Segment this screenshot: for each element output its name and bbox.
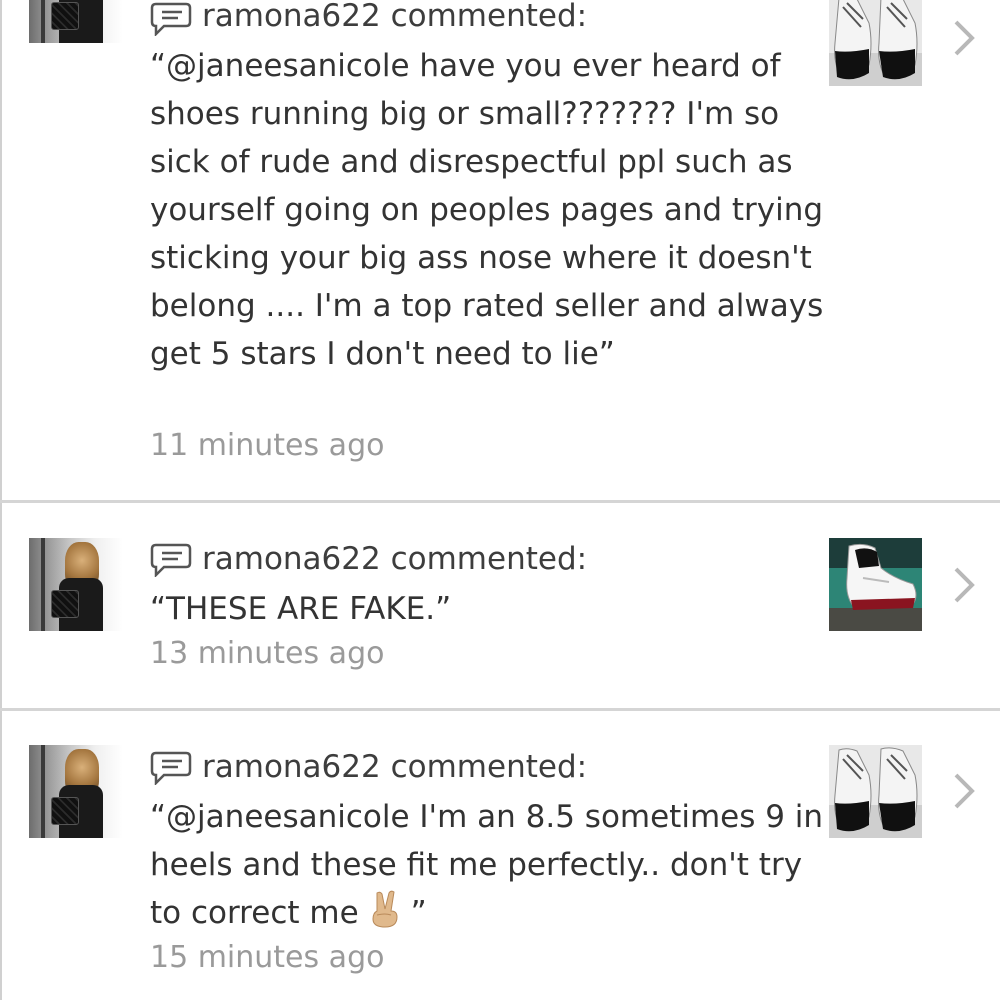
action-label: commented:: [390, 541, 588, 577]
comment-row[interactable]: ramona622 commented: “@janeesanicole I'm…: [0, 711, 1000, 1000]
sneaker-photo-black-white: [829, 0, 922, 86]
comment-text-main: “@janeesanicole I'm an 8.5 sometimes 9 i…: [150, 799, 824, 931]
comment-header: ramona622 commented:: [202, 539, 587, 579]
sneaker-photo-thumbnail[interactable]: [829, 538, 922, 631]
sneaker-photo-white-red: [829, 538, 922, 631]
timestamp: 11 minutes ago: [150, 428, 385, 463]
chevron-right-icon[interactable]: [950, 771, 978, 811]
comment-header: ramona622 commented:: [202, 747, 587, 787]
username[interactable]: ramona622: [202, 749, 381, 785]
timestamp: 15 minutes ago: [150, 940, 385, 975]
sneaker-photo-thumbnail[interactable]: [829, 0, 922, 86]
comment-row[interactable]: ramona622 commented: “THESE ARE FAKE.” 1…: [0, 503, 1000, 708]
comment-text-end: ”: [410, 895, 427, 931]
speech-bubble-icon: [150, 543, 192, 577]
sneaker-photo-thumbnail[interactable]: [829, 745, 922, 838]
timestamp: 13 minutes ago: [150, 636, 385, 671]
comment-row[interactable]: ramona622 commented: “@janeesanicole hav…: [0, 0, 1000, 500]
comment-text: “THESE ARE FAKE.”: [150, 591, 452, 627]
action-label: commented:: [390, 749, 588, 785]
chevron-right-icon[interactable]: [950, 565, 978, 605]
victory-hand-emoji: [372, 890, 398, 928]
username[interactable]: ramona622: [202, 541, 381, 577]
speech-bubble-icon: [150, 2, 192, 36]
comment-header: ramona622 commented:: [202, 0, 587, 36]
avatar[interactable]: [29, 0, 123, 43]
sneaker-photo-black-white: [829, 745, 922, 838]
username[interactable]: ramona622: [202, 0, 381, 34]
speech-bubble-icon: [150, 751, 192, 785]
activity-feed: ramona622 commented: “@janeesanicole hav…: [0, 0, 1000, 1000]
avatar[interactable]: [29, 745, 123, 838]
comment-text: “@janeesanicole I'm an 8.5 sometimes 9 i…: [150, 793, 830, 937]
chevron-right-icon[interactable]: [950, 18, 978, 58]
action-label: commented:: [390, 0, 588, 34]
comment-text: “@janeesanicole have you ever heard of s…: [150, 48, 824, 372]
avatar[interactable]: [29, 538, 123, 631]
